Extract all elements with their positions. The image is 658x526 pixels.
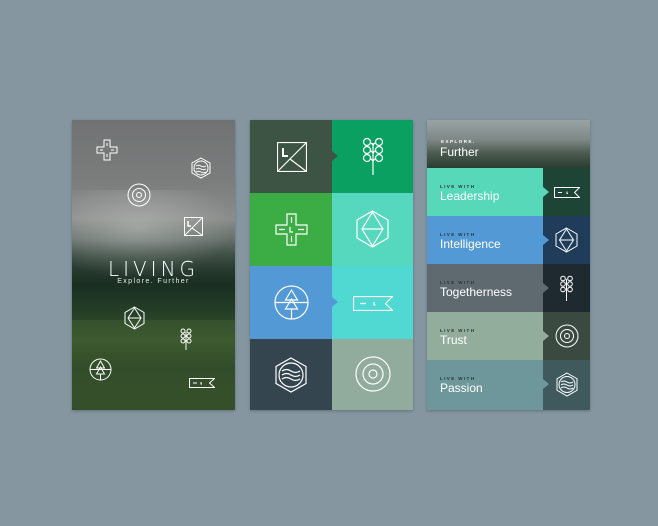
row-title: Leadership xyxy=(440,189,500,203)
grid-tile-sprout[interactable] xyxy=(332,120,413,193)
row-title: Intelligence xyxy=(440,237,501,251)
sprout-icon xyxy=(362,137,384,175)
icon-grid-screen xyxy=(250,120,413,410)
hexagon-waves-icon[interactable] xyxy=(191,157,211,179)
tree-circle-icon xyxy=(274,285,309,320)
row-label-area: LIVE WITH Togetherness xyxy=(427,264,543,312)
octahedron-icon[interactable] xyxy=(124,306,145,330)
grid-tile-target[interactable] xyxy=(332,339,413,410)
flag-banner-icon xyxy=(554,187,580,198)
tile-pointer xyxy=(332,297,338,307)
cross-icon[interactable] xyxy=(96,139,118,161)
row-label-area: LIVE WITH Trust xyxy=(427,312,543,360)
tile-pointer xyxy=(326,370,332,380)
octahedron-icon xyxy=(356,210,389,248)
flag-banner-icon[interactable] xyxy=(189,378,215,388)
list-item-togetherness[interactable]: LIVE WITH Togetherness xyxy=(427,264,590,312)
grid-tile-cross[interactable] xyxy=(250,193,332,266)
hexagon-waves-icon xyxy=(556,372,578,397)
row-pointer xyxy=(543,235,549,245)
sprout-icon[interactable] xyxy=(179,328,193,350)
target-icon[interactable] xyxy=(127,183,151,207)
list-header: EXPLORE. Further xyxy=(427,120,590,168)
row-pointer xyxy=(543,283,549,293)
row-pointer xyxy=(543,187,549,197)
tree-circle-icon[interactable] xyxy=(89,358,112,381)
tile-pointer xyxy=(326,224,332,234)
tile-pointer xyxy=(332,151,338,161)
row-label-area: LIVE WITH Intelligence xyxy=(427,216,543,264)
splash-screen: LIVING Explore. Further xyxy=(72,120,235,410)
row-title: Trust xyxy=(440,333,467,347)
header-label: EXPLORE. xyxy=(441,139,476,144)
header-title: Further xyxy=(440,145,479,159)
values-list-screen: EXPLORE. Further LIVE WITH Leadership LI… xyxy=(427,120,590,410)
row-title: Togetherness xyxy=(440,285,513,299)
list-item-passion[interactable]: LIVE WITH Passion xyxy=(427,360,590,410)
target-icon xyxy=(555,324,579,348)
square-letter-l-icon[interactable] xyxy=(184,217,203,236)
row-title: Passion xyxy=(440,381,483,395)
row-pointer xyxy=(543,379,549,389)
list-item-intelligence[interactable]: LIVE WITH Intelligence xyxy=(427,216,590,264)
grid-tile-square[interactable] xyxy=(250,120,338,193)
grid-tile-tree[interactable] xyxy=(250,266,332,339)
row-label-area: LIVE WITH Leadership xyxy=(427,168,543,216)
row-label-area: LIVE WITH Passion xyxy=(427,360,543,410)
list-item-trust[interactable]: LIVE WITH Trust xyxy=(427,312,590,360)
flag-banner-icon xyxy=(353,296,393,311)
target-icon xyxy=(355,356,391,392)
app-subtitle: Explore. Further xyxy=(117,278,190,285)
background: { "splash": { "title": "LIVING", "subtit… xyxy=(0,0,658,526)
sprout-icon xyxy=(559,275,574,301)
list-item-leadership[interactable]: LIVE WITH Leadership xyxy=(427,168,590,216)
grid-tile-octahedron[interactable] xyxy=(332,193,413,266)
cross-icon xyxy=(275,213,308,246)
octahedron-icon xyxy=(555,227,578,253)
grid-tile-flag[interactable] xyxy=(332,266,413,339)
square-letter-l-icon xyxy=(277,142,307,172)
row-pointer xyxy=(543,331,549,341)
hexagon-waves-icon xyxy=(275,357,307,393)
grid-tile-waves[interactable] xyxy=(250,339,332,410)
